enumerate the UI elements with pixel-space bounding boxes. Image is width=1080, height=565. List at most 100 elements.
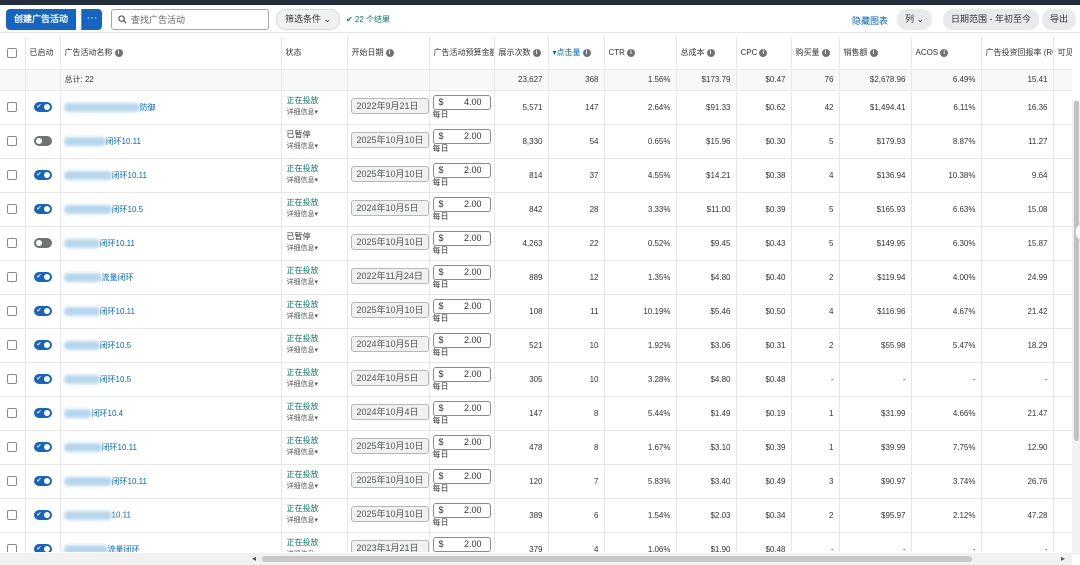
row-checkbox[interactable] <box>7 476 18 486</box>
row-checkbox[interactable] <box>7 170 18 180</box>
budget-input[interactable]: $2.00 <box>432 298 491 314</box>
status-detail-dropdown[interactable]: 详细信息▾ <box>287 243 347 255</box>
col-ctr[interactable]: CTR i <box>604 37 677 70</box>
campaign-toggle[interactable]: ✔ <box>33 510 52 520</box>
status-detail-dropdown[interactable]: 详细信息▾ <box>287 311 347 323</box>
status-detail-dropdown[interactable]: 详细信息▾ <box>287 549 347 552</box>
row-checkbox[interactable] <box>7 374 18 384</box>
row-checkbox[interactable] <box>7 340 18 350</box>
campaign-toggle[interactable]: ✔ <box>33 102 52 112</box>
start-date-field[interactable]: 2023年1月21日 <box>350 540 428 552</box>
campaign-toggle[interactable]: ✔ <box>33 340 52 350</box>
col-extra[interactable]: 可见 <box>1053 37 1072 70</box>
campaign-name-link[interactable]: 闭环10.4 <box>92 409 124 418</box>
campaign-toggle[interactable]: ✔ <box>33 272 52 282</box>
start-date-field[interactable]: 2025年10月10日 <box>350 472 428 488</box>
campaign-toggle[interactable]: ✔ <box>33 408 52 418</box>
budget-input[interactable]: $2.00 <box>432 434 491 450</box>
budget-input[interactable]: $2.00 <box>432 332 491 348</box>
status-detail-dropdown[interactable]: 详细信息▾ <box>287 209 347 221</box>
campaign-name-link[interactable]: 防御 <box>140 103 156 112</box>
campaign-name-link[interactable]: 闭环10.11 <box>100 239 135 248</box>
budget-input[interactable]: $4.00 <box>432 94 491 110</box>
start-date-field[interactable]: 2025年10月10日 <box>350 234 428 250</box>
campaign-name-link[interactable]: 闭环10.11 <box>112 477 147 486</box>
status-detail-dropdown[interactable]: 详细信息▾ <box>287 175 347 187</box>
col-cpc[interactable]: CPC i <box>736 37 792 70</box>
col-budget[interactable]: 广告活动预算金额 <box>429 37 495 70</box>
status-detail-dropdown[interactable]: 详细信息▾ <box>287 345 347 357</box>
budget-input[interactable]: $2.00 <box>432 400 491 416</box>
campaign-name-link[interactable]: 闭环10.5 <box>112 205 144 214</box>
status-detail-dropdown[interactable]: 详细信息▾ <box>287 413 347 425</box>
col-roas[interactable]: 广告投资回报率 (ROAS) <box>981 37 1054 70</box>
campaign-name-link[interactable]: 闭环10.11 <box>100 307 135 316</box>
campaign-name-link[interactable]: 10.11 <box>112 511 131 520</box>
col-enabled[interactable]: 已启动 <box>25 37 61 70</box>
col-sales[interactable]: 销售额 i <box>839 37 912 70</box>
budget-input[interactable]: $2.00 <box>432 230 491 246</box>
budget-input[interactable]: $2.00 <box>432 264 491 280</box>
create-campaign-button[interactable]: 创建广告活动 <box>6 9 77 30</box>
budget-input[interactable]: $2.00 <box>432 468 491 484</box>
col-orders[interactable]: 购买量 i <box>791 37 840 70</box>
hide-chart-link[interactable]: 隐藏图表 <box>852 14 888 27</box>
campaign-toggle[interactable]: ✔ <box>33 204 52 214</box>
start-date-field[interactable]: 2025年10月10日 <box>350 166 428 182</box>
campaign-name-link[interactable]: 闭环10.11 <box>102 443 137 452</box>
budget-input[interactable]: $2.00 <box>432 162 491 178</box>
row-checkbox[interactable] <box>7 408 18 418</box>
scroll-left-icon[interactable]: ◂ <box>252 554 256 563</box>
status-detail-dropdown[interactable]: 详细信息▾ <box>287 277 347 289</box>
budget-input[interactable]: $2.00 <box>432 536 491 552</box>
row-checkbox[interactable] <box>7 136 18 146</box>
campaign-name-link[interactable]: 闭环10.11 <box>106 137 141 146</box>
col-impressions[interactable]: 展示次数 i <box>494 37 549 70</box>
start-date-field[interactable]: 2024年10月5日 <box>350 200 428 216</box>
campaign-name-link[interactable]: 闭环10.11 <box>112 171 147 180</box>
col-start-date[interactable]: 开始日期 i <box>347 37 430 70</box>
campaign-toggle[interactable]: ✔ <box>33 170 52 180</box>
start-date-field[interactable]: 2024年10月5日 <box>350 370 428 386</box>
columns-button[interactable]: 列 ⌄ <box>897 9 933 30</box>
status-detail-dropdown[interactable]: 详细信息▾ <box>287 141 347 153</box>
row-checkbox[interactable] <box>7 544 18 552</box>
vertical-scroll-thumb[interactable] <box>1074 101 1079 441</box>
row-checkbox[interactable] <box>7 204 18 214</box>
col-clicks[interactable]: ▾点击量 i <box>548 37 605 70</box>
campaign-name-link[interactable]: 闭环10.5 <box>100 341 132 350</box>
campaign-name-link[interactable]: 闭环10.5 <box>100 375 132 384</box>
start-date-field[interactable]: 2025年10月10日 <box>350 438 428 454</box>
campaign-toggle[interactable]: ✔ <box>33 442 52 452</box>
start-date-field[interactable]: 2025年10月10日 <box>350 506 428 522</box>
col-acos[interactable]: ACOS i <box>911 37 982 70</box>
row-checkbox[interactable] <box>7 306 18 316</box>
campaign-toggle[interactable]: ✔ <box>33 544 52 552</box>
campaign-toggle[interactable]: ✔ <box>33 374 52 384</box>
budget-input[interactable]: $2.00 <box>432 196 491 212</box>
campaign-name-link[interactable]: 流量闭环 <box>108 545 140 553</box>
start-date-field[interactable]: 2022年9月21日 <box>350 98 428 114</box>
budget-input[interactable]: $2.00 <box>432 502 491 518</box>
row-checkbox[interactable] <box>7 102 18 112</box>
filter-button[interactable]: 筛选条件 ⌄ <box>276 9 341 30</box>
budget-input[interactable]: $2.00 <box>432 366 491 382</box>
start-date-field[interactable]: 2022年11月24日 <box>350 268 428 284</box>
row-checkbox[interactable] <box>7 238 18 248</box>
more-options-button[interactable]: ··· <box>81 9 102 30</box>
search-input[interactable] <box>131 12 261 27</box>
col-name[interactable]: 广告活动名称 i <box>60 37 282 70</box>
row-checkbox[interactable] <box>7 272 18 282</box>
campaign-toggle[interactable] <box>33 238 52 248</box>
scroll-right-icon[interactable]: ▸ <box>1061 554 1065 563</box>
status-detail-dropdown[interactable]: 详细信息▾ <box>287 379 347 391</box>
select-all-checkbox[interactable] <box>7 47 18 58</box>
status-detail-dropdown[interactable]: 详细信息▾ <box>287 447 347 459</box>
date-range-button[interactable]: 日期范围 - 年初至今 <box>943 9 1039 30</box>
start-date-field[interactable]: 2025年10月10日 <box>350 132 428 148</box>
campaign-name-link[interactable]: 流量闭环 <box>102 273 134 282</box>
campaign-toggle[interactable]: ✔ <box>33 476 52 486</box>
campaign-toggle[interactable]: ✔ <box>33 306 52 316</box>
start-date-field[interactable]: 2024年10月5日 <box>350 336 428 352</box>
export-button[interactable]: 导出 <box>1042 9 1077 30</box>
